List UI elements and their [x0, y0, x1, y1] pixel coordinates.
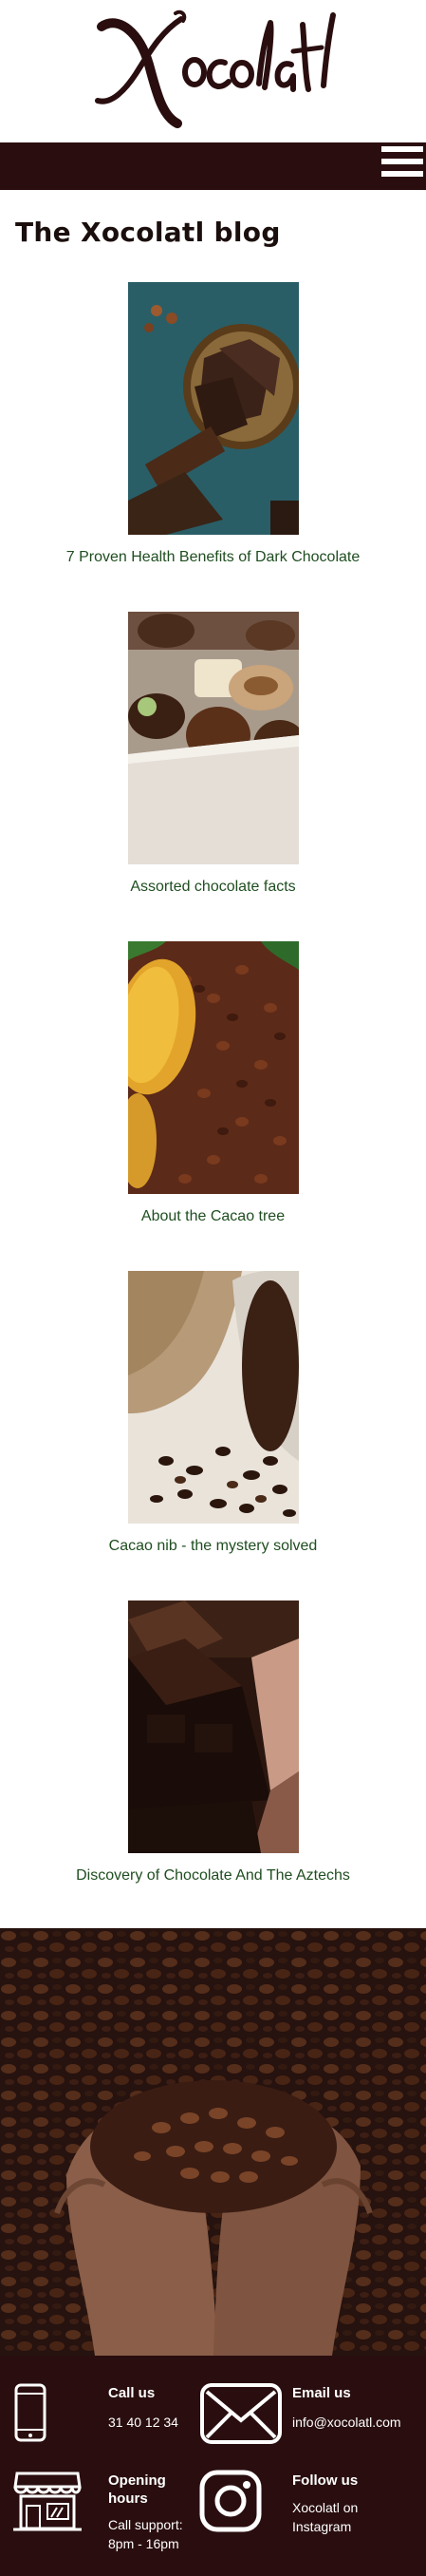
post-title-link[interactable]: About the Cacao tree	[0, 1208, 426, 1225]
hands-holding-cacao-beans-photo	[0, 1928, 426, 2356]
post-title-link[interactable]: Cacao nib - the mystery solved	[0, 1538, 426, 1555]
post-title-link[interactable]: Discovery of Chocolate And The Aztechs	[0, 1867, 426, 1885]
blog-post: Assorted chocolate facts	[0, 612, 426, 896]
page-title: The Xocolatl blog	[15, 217, 281, 248]
opening-hours-text: Call support: 8pm - 16pm	[108, 2515, 183, 2553]
dark-chocolate-chunks-photo[interactable]	[127, 282, 299, 535]
blog-post: Cacao nib - the mystery solved	[0, 1271, 426, 1555]
site-footer: Call us 31 40 12 34 Email us info@xocola…	[0, 2356, 426, 2576]
call-support-label: Call support:	[108, 2517, 183, 2532]
blog-post: About the Cacao tree	[0, 941, 426, 1225]
nav-bar	[0, 142, 426, 190]
opening-hours-block: Opening hours Call support: 8pm - 16pm	[0, 2460, 199, 2576]
instagram-icon	[199, 2470, 262, 2532]
post-title-link[interactable]: 7 Proven Health Benefits of Dark Chocola…	[0, 549, 426, 566]
call-us-block[interactable]: Call us 31 40 12 34	[0, 2356, 199, 2460]
cacao-pods-and-beans-photo[interactable]	[127, 941, 299, 1194]
opening-hours-value: 8pm - 16pm	[108, 2536, 179, 2551]
blog-post: Discovery of Chocolate And The Aztechs	[0, 1601, 426, 1885]
assorted-pralines-photo[interactable]	[127, 612, 299, 864]
follow-us-heading: Follow us	[292, 2472, 359, 2489]
opening-hours-heading-line1: Opening	[108, 2472, 166, 2489]
email-address[interactable]: info@xocolatl.com	[292, 2413, 401, 2432]
instagram-link[interactable]: Xocolatl on Instagram	[292, 2498, 358, 2536]
chocolate-bar-pieces-photo[interactable]	[127, 1601, 299, 1853]
phone-icon	[14, 2383, 46, 2442]
cacao-nibs-in-sack-photo[interactable]	[127, 1271, 299, 1524]
site-header	[0, 0, 426, 142]
opening-hours-heading-line2: hours	[108, 2491, 148, 2507]
envelope-icon	[200, 2383, 282, 2444]
xocolatl-logo[interactable]	[90, 6, 337, 135]
post-title-link[interactable]: Assorted chocolate facts	[0, 879, 426, 896]
opening-hours-heading: Opening hours	[108, 2472, 166, 2508]
email-us-block[interactable]: Email us info@xocolatl.com	[199, 2356, 426, 2460]
call-us-heading: Call us	[108, 2385, 156, 2401]
hamburger-menu-icon[interactable]	[381, 146, 423, 186]
instagram-link-line1: Xocolatl on	[292, 2500, 359, 2515]
follow-us-block[interactable]: Follow us Xocolatl on Instagram	[199, 2460, 426, 2576]
phone-number[interactable]: 31 40 12 34	[108, 2413, 178, 2432]
instagram-link-line2: Instagram	[292, 2519, 352, 2534]
email-us-heading: Email us	[292, 2385, 351, 2401]
blog-post: 7 Proven Health Benefits of Dark Chocola…	[0, 282, 426, 566]
storefront-icon	[13, 2472, 82, 2531]
